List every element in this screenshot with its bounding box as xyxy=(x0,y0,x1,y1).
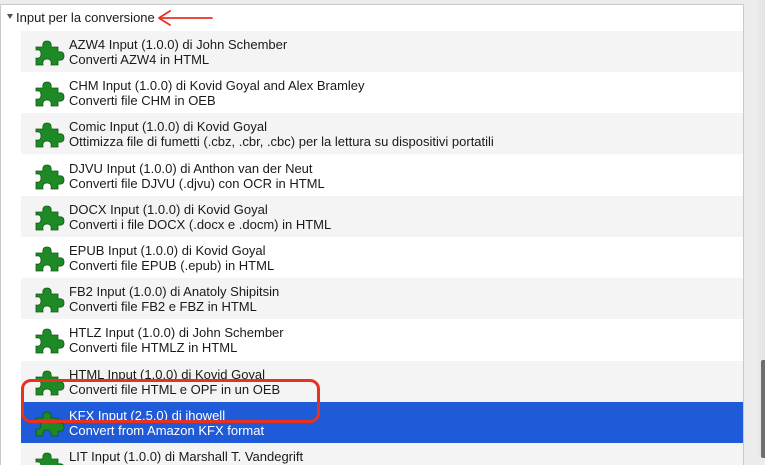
plugin-row[interactable]: AZW4 Input (1.0.0) di John Schember Conve… xyxy=(21,31,743,72)
plugin-title: KFX Input (2.5.0) di jhowell xyxy=(69,407,226,423)
plugin-row[interactable]: Comic Input (1.0.0) di Kovid Goyal Ottimi… xyxy=(21,113,743,155)
plugin-description: Converti file HTMLZ in HTML xyxy=(69,340,238,356)
plugin-title: Comic Input (1.0.0) di Kovid Goyal xyxy=(69,119,267,135)
plugin-description: Converti file EPUB (.epub) in HTML xyxy=(69,258,275,273)
plugin-title: FB2 Input (1.0.0) di Anatoly Shipitsin xyxy=(69,284,280,300)
plugin-title: LIT Input (1.0.0) di Marshall T. Vandegr… xyxy=(69,449,304,464)
plugin-title: DJVU Input (1.0.0) di Anthon van der Neu… xyxy=(69,160,313,176)
plugin-row[interactable]: KFX Input (2.5.0) di jhowell Convert from… xyxy=(21,401,743,443)
group-title: Input per la conversione xyxy=(16,10,155,25)
plugin-description: Converti file HTML e OPF in un OEB xyxy=(69,381,281,397)
plugin-row[interactable]: HTLZ Input (1.0.0) di John Schember Conve… xyxy=(21,319,743,361)
plugin-title: HTLZ Input (1.0.0) di John Schember xyxy=(69,325,284,341)
puzzle-piece-icon xyxy=(35,81,65,107)
plugin-title: AZW4 Input (1.0.0) di John Schember xyxy=(69,37,288,52)
scrollbar-thumb[interactable] xyxy=(761,360,765,458)
plugin-row[interactable]: DOCX Input (1.0.0) di Kovid Goyal Convert… xyxy=(21,195,743,237)
plugin-description: Convert from Amazon KFX format xyxy=(69,422,265,438)
plugin-row[interactable]: FB2 Input (1.0.0) di Anatoly Shipitsin Co… xyxy=(21,278,743,320)
plugin-description: Converti file DJVU (.djvu) con OCR in HT… xyxy=(69,175,325,191)
plugin-row[interactable]: LIT Input (1.0.0) di Marshall T. Vandegr… xyxy=(21,443,743,465)
plugin-description: Converti file CHM in OEB xyxy=(69,93,216,109)
puzzle-piece-icon xyxy=(35,122,65,148)
puzzle-piece-icon xyxy=(35,164,65,189)
plugin-title: CHM Input (1.0.0) di Kovid Goyal and Ale… xyxy=(69,78,365,94)
plugin-row[interactable]: DJVU Input (1.0.0) di Anthon van der Neu… xyxy=(21,154,743,196)
plugin-description: Converti file FB2 e FBZ in HTML xyxy=(69,299,257,315)
plugin-row[interactable]: EPUB Input (1.0.0) di Kovid Goyal Convert… xyxy=(21,237,743,278)
plugin-row[interactable]: HTML Input (1.0.0) di Kovid Goyal Convert… xyxy=(21,360,743,402)
plugin-title: DOCX Input (1.0.0) di Kovid Goyal xyxy=(69,201,268,217)
plugin-list-panel: Input per la conversione AZW4 Input (1.0… xyxy=(0,4,744,465)
disclosure-triangle-icon[interactable] xyxy=(7,14,13,19)
puzzle-piece-icon xyxy=(35,40,65,66)
plugin-description: Converti i file DOCX (.docx e .docm) in … xyxy=(69,216,332,232)
puzzle-piece-icon xyxy=(35,328,65,354)
plugin-title: EPUB Input (1.0.0) di Kovid Goyal xyxy=(69,243,266,258)
puzzle-piece-icon xyxy=(35,370,65,395)
puzzle-piece-icon xyxy=(35,411,65,437)
group-header-input-conversion[interactable]: Input per la conversione xyxy=(1,5,743,31)
plugin-description: Converti AZW4 in HTML xyxy=(69,52,210,67)
plugin-description: Ottimizza file di fumetti (.cbz, .cbr, .… xyxy=(69,134,494,150)
plugin-title: HTML Input (1.0.0) di Kovid Goyal xyxy=(69,366,266,382)
puzzle-piece-icon xyxy=(35,205,65,231)
puzzle-piece-icon xyxy=(35,287,65,313)
plugin-row[interactable]: CHM Input (1.0.0) di Kovid Goyal and Ale… xyxy=(21,72,743,114)
puzzle-piece-icon xyxy=(35,246,65,272)
annotation-arrow-icon xyxy=(158,10,213,26)
